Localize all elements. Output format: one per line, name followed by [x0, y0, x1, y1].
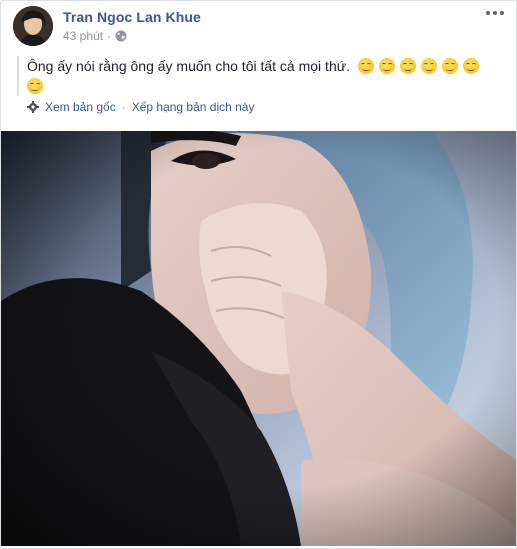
more-options-icon[interactable] — [486, 7, 506, 19]
meta-separator: · — [107, 29, 112, 43]
smiling-face-emoji — [378, 58, 395, 74]
author-name[interactable]: Tran Ngoc Lan Khue — [63, 9, 201, 25]
globe-icon[interactable] — [115, 30, 127, 42]
smiling-face-emoji — [27, 78, 43, 94]
smiling-face-emoji — [441, 58, 458, 74]
translation-separator: · — [121, 100, 126, 114]
post-photo[interactable] — [1, 131, 516, 546]
post-text: Ông ấy nói rằng ông ấy muốn cho tôi tất … — [17, 56, 497, 96]
rate-translation-link[interactable]: Xếp hạng bản dịch này — [132, 100, 255, 114]
post-timestamp[interactable]: 43 phút — [63, 29, 103, 43]
gear-icon — [27, 101, 39, 113]
smiling-face-emoji — [420, 58, 437, 74]
post-header: Tran Ngoc Lan Khue 43 phút · — [13, 6, 508, 46]
translation-bar: Xem bản gốc · Xếp hạng bản dịch này — [27, 100, 254, 114]
see-original-link[interactable]: Xem bản gốc — [45, 100, 116, 114]
post-card: Tran Ngoc Lan Khue 43 phút · Ông ấy nói … — [0, 0, 517, 549]
post-meta: 43 phút · — [63, 29, 127, 43]
smiling-face-emoji — [399, 58, 416, 74]
smiling-face-emoji — [462, 58, 479, 74]
post-caption: Ông ấy nói rằng ông ấy muốn cho tôi tất … — [27, 58, 350, 74]
author-avatar[interactable] — [13, 6, 53, 46]
smiling-face-emoji — [357, 58, 374, 74]
